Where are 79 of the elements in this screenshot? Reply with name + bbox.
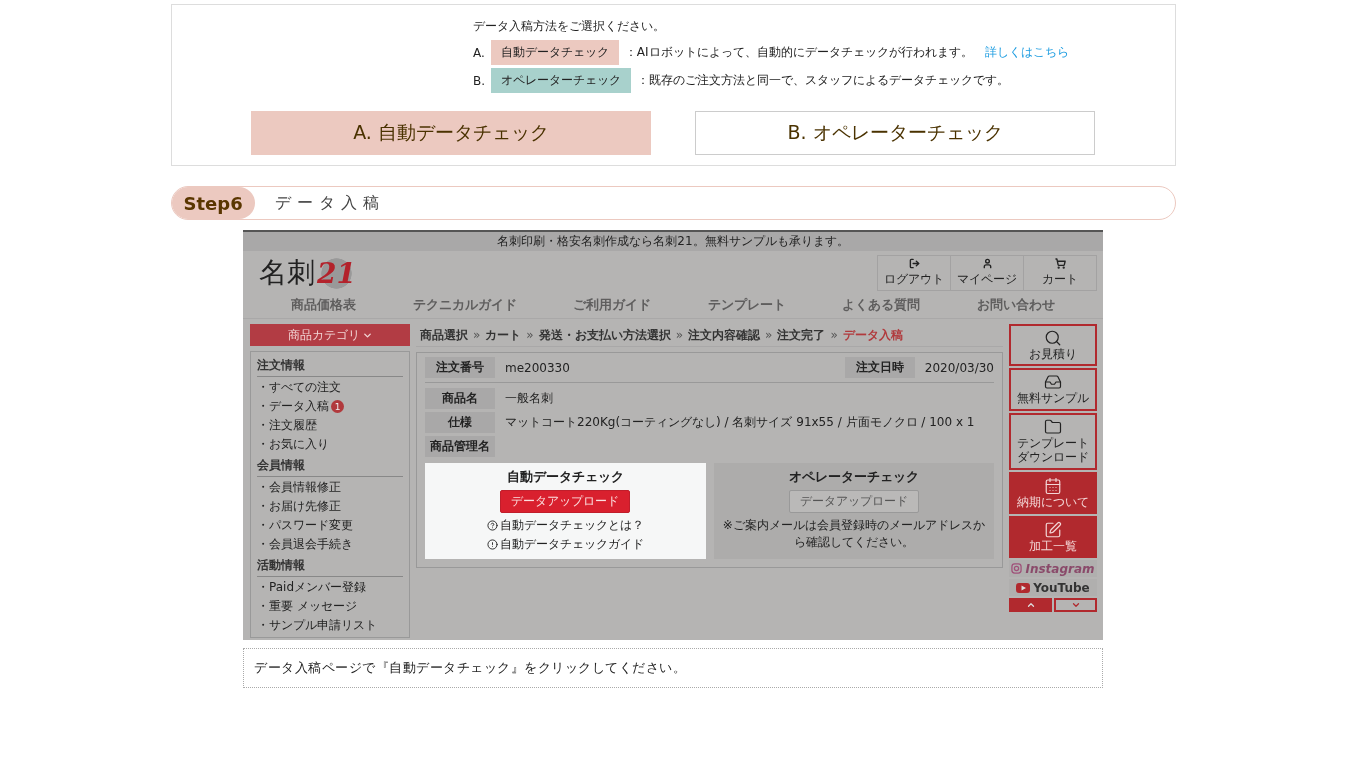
sidebar-link[interactable]: ・重要 メッセージ — [257, 598, 357, 615]
instruction-text: データ入稿方法をご選択ください。 — [473, 17, 665, 35]
notice-text: ※ご案内メールは会員登録時のメールアドレスから確認してください。 — [721, 517, 986, 551]
breadcrumb-separator: » — [473, 328, 481, 342]
search-icon — [1044, 329, 1062, 347]
step-title: データ入稿 — [274, 192, 385, 214]
method-button[interactable]: A. 自動データチェック — [251, 111, 651, 155]
sidebar-link[interactable]: ・すべての注文 — [257, 379, 341, 396]
breadcrumb-item[interactable]: 商品選択 — [420, 326, 468, 344]
option-description: ：既存のご注文方法と同一で、スタッフによるデータチェックです。 — [637, 72, 1010, 89]
option-description: ：AIロボットによって、自動的にデータチェックが行われます。 — [624, 44, 973, 61]
breadcrumb-item[interactable]: 発送・お支払い方法選択 — [538, 326, 671, 344]
field-value: me200330 — [505, 360, 570, 375]
sidebar-heading: 会員情報 — [257, 454, 403, 477]
logo: 名刺21 — [259, 255, 358, 292]
breadcrumb-separator: » — [526, 328, 534, 342]
side-menu-button[interactable]: 加工一覧 — [1009, 515, 1097, 559]
upload-button[interactable]: データアップロード — [788, 490, 919, 513]
scroll-up-button[interactable] — [1009, 598, 1052, 613]
field-label: 仕様 — [425, 412, 495, 433]
user-icon — [981, 258, 993, 269]
scroll-down-button[interactable] — [1054, 598, 1097, 613]
tray-icon — [1044, 373, 1062, 392]
camera-icon — [1011, 563, 1023, 575]
header-button[interactable]: マイページ — [950, 256, 1023, 290]
header-button[interactable]: カート — [1023, 256, 1096, 290]
side-menu-button[interactable]: お見積り — [1009, 324, 1097, 367]
social-link[interactable]: YouTube — [1009, 579, 1097, 597]
sidebar-heading: 注文情報 — [257, 354, 403, 377]
sidebar-link[interactable]: ・Paidメンバー登録 — [257, 579, 366, 596]
option-tag: 自動データチェック — [490, 40, 619, 65]
breadcrumb-item[interactable]: カート — [485, 326, 522, 344]
sidebar-link[interactable]: ・お届け先修正 — [257, 498, 341, 515]
folder-icon — [1044, 417, 1062, 436]
breadcrumb-item[interactable]: 注文完了 — [777, 326, 826, 344]
breadcrumb-separator: » — [675, 328, 684, 342]
caption-text: データ入稿ページで『自動データチェック』をクリックしてください。 — [243, 648, 1103, 688]
sidebar-heading: 活動情報 — [257, 554, 403, 577]
breadcrumb-item[interactable]: 注文内容確認 — [688, 326, 761, 344]
calendar-icon — [1044, 476, 1062, 495]
panel-title: オペレーターチェック — [788, 468, 919, 486]
method-button[interactable]: B. オペレーターチェック — [695, 111, 1095, 155]
field-label: 商品名 — [425, 388, 495, 409]
sidebar-link[interactable]: ・会員退会手続き — [257, 536, 353, 553]
side-menu-button[interactable]: 無料サンプル — [1009, 368, 1097, 411]
sidebar-link[interactable]: ・パスワード変更 — [257, 517, 353, 534]
sidebar-link[interactable]: ・データ入稿 — [257, 398, 329, 415]
upload-button[interactable]: データアップロード — [500, 490, 631, 513]
exclamation-icon — [486, 539, 498, 550]
cart-icon — [1054, 258, 1066, 269]
header-button[interactable]: ログアウト — [878, 256, 950, 290]
side-menu-button[interactable]: 納期について — [1009, 471, 1097, 514]
category-button[interactable]: 商品カテゴリ — [250, 324, 410, 346]
option-tag: オペレーターチェック — [491, 68, 632, 93]
question-icon — [486, 520, 498, 531]
panel-title: 自動データチェック — [506, 468, 624, 486]
breadcrumb-separator: » — [830, 328, 838, 342]
side-menu-button[interactable]: テンプレート ダウンロード — [1009, 412, 1097, 470]
count-badge: 1 — [331, 400, 344, 413]
breadcrumb-separator: » — [765, 328, 773, 342]
field-value: マットコート220Kg(コーティングなし) / 名刺サイズ 91x55 / 片面モノクロ / 100 x 1 — [505, 414, 975, 431]
step-badge: Step6 — [171, 187, 255, 219]
help-link[interactable]: 自動データチェックガイド — [486, 536, 644, 553]
play-icon — [1016, 582, 1031, 593]
field-label: 注文日時 — [844, 357, 915, 378]
pencil-icon — [1044, 520, 1062, 539]
field-value: 2020/03/30 — [924, 360, 994, 375]
field-label: 商品管理名 — [425, 436, 495, 457]
logout-icon — [908, 258, 920, 269]
option-letter: A. — [473, 45, 485, 60]
field-label: 注文番号 — [425, 357, 495, 378]
field-value: 一般名刺 — [505, 390, 553, 407]
help-link[interactable]: 自動データチェックとは？ — [486, 517, 644, 534]
sidebar-link[interactable]: ・サンプル申請リスト — [257, 617, 377, 634]
announcement-bar: 名刺印刷・格安名刺作成なら名刺21。無料サンプルも承ります。 — [243, 230, 1103, 251]
sidebar-link[interactable]: ・注文履歴 — [257, 417, 317, 434]
sidebar-link[interactable]: ・お気に入り — [257, 436, 329, 453]
sidebar-link[interactable]: ・会員情報修正 — [257, 479, 341, 496]
option-letter: B. — [473, 73, 486, 88]
